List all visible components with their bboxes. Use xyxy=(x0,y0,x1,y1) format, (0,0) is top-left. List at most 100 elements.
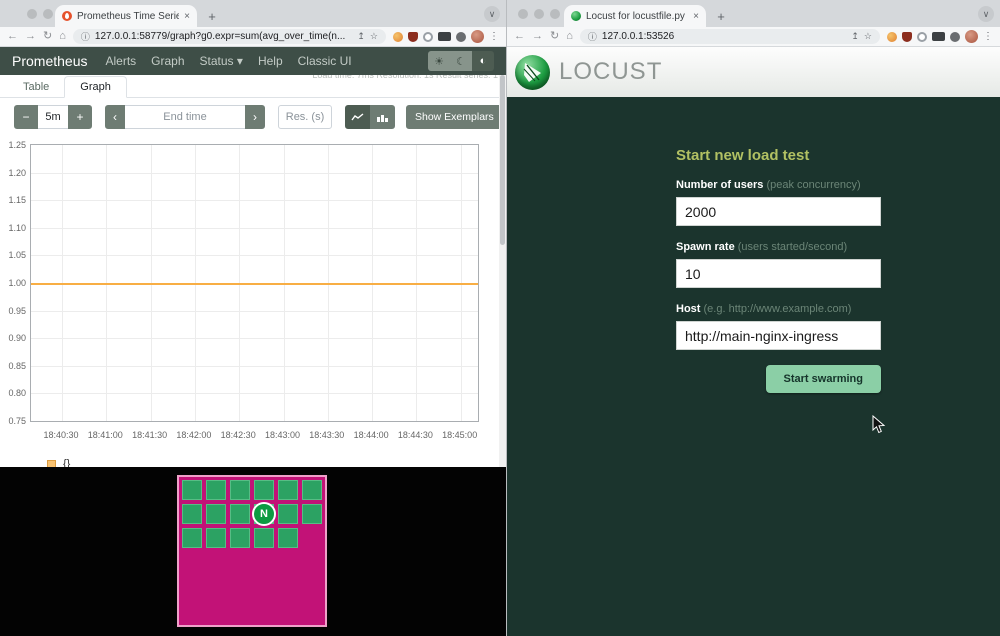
tab-table[interactable]: Table xyxy=(8,77,64,97)
spawn-rate-input[interactable] xyxy=(676,259,881,288)
pod-tile[interactable]: N xyxy=(254,504,274,524)
end-time-input[interactable] xyxy=(125,105,245,129)
extension-icon-4[interactable] xyxy=(932,32,945,41)
minimize-window-button[interactable] xyxy=(43,9,53,19)
chevron-down-icon: ▾ xyxy=(237,54,243,68)
extension-icon-1[interactable] xyxy=(393,32,403,42)
forward-icon[interactable]: → xyxy=(532,31,543,42)
pod-tile[interactable] xyxy=(182,480,202,500)
series-line[interactable] xyxy=(31,283,478,285)
prometheus-brand[interactable]: Prometheus xyxy=(12,53,87,69)
site-info-icon[interactable]: ⓘ xyxy=(81,30,90,43)
browser-menu-icon[interactable]: ⋮ xyxy=(983,31,993,42)
pod-tile[interactable] xyxy=(182,528,202,548)
new-tab-button[interactable]: + xyxy=(203,7,221,25)
browser-menu-icon[interactable]: ⋮ xyxy=(489,31,499,42)
address-bar[interactable]: ⓘ 127.0.0.1:53526 ↥ ☆ xyxy=(580,29,880,44)
nav-item-status[interactable]: Status ▾ xyxy=(200,54,243,68)
forward-icon[interactable]: → xyxy=(25,31,36,42)
pod-tile[interactable] xyxy=(206,504,226,524)
plot-area[interactable] xyxy=(30,144,479,422)
extension-icon-4[interactable] xyxy=(438,32,451,41)
legend-swatch[interactable] xyxy=(47,460,56,468)
browser-tab-prometheus[interactable]: Prometheus Time Series Colle × xyxy=(55,5,197,27)
prometheus-favicon-icon xyxy=(62,11,72,21)
time-forward-button[interactable]: › xyxy=(245,105,265,129)
window-controls[interactable] xyxy=(518,9,560,19)
extension-icon-5[interactable] xyxy=(456,32,466,42)
dark-theme-button[interactable]: ☾ xyxy=(450,51,472,71)
decrease-range-button[interactable]: − xyxy=(14,105,38,129)
profile-avatar[interactable] xyxy=(965,30,978,43)
url-text[interactable]: 127.0.0.1:58779/graph?g0.expr=sum(avg_ov… xyxy=(95,31,352,42)
profile-avatar[interactable] xyxy=(471,30,484,43)
extension-icon-3[interactable] xyxy=(423,32,433,42)
nav-item-graph[interactable]: Graph xyxy=(151,54,184,68)
home-icon[interactable]: ⌂ xyxy=(566,31,573,42)
extension-icon-5[interactable] xyxy=(950,32,960,42)
nav-item-classic-ui[interactable]: Classic UI xyxy=(298,54,352,68)
address-bar[interactable]: ⓘ 127.0.0.1:58779/graph?g0.expr=sum(avg_… xyxy=(73,29,386,44)
pod-tile[interactable] xyxy=(182,504,202,524)
pod-tile[interactable] xyxy=(254,480,274,500)
line-chart-button[interactable] xyxy=(345,105,370,129)
site-info-icon[interactable]: ⓘ xyxy=(588,30,597,43)
zoom-window-button[interactable] xyxy=(550,9,560,19)
share-icon[interactable]: ↥ xyxy=(357,31,365,42)
h-gridline xyxy=(31,173,478,174)
pod-tile[interactable] xyxy=(302,480,322,500)
pod-tile[interactable] xyxy=(230,504,250,524)
back-icon[interactable]: ← xyxy=(514,31,525,42)
pod-tile[interactable] xyxy=(278,480,298,500)
tab-graph[interactable]: Graph xyxy=(64,76,127,98)
show-exemplars-button[interactable]: Show Exemplars xyxy=(406,105,503,129)
minimize-window-button[interactable] xyxy=(534,9,544,19)
bookmark-star-icon[interactable]: ☆ xyxy=(864,31,872,42)
reload-icon[interactable]: ↻ xyxy=(550,31,559,42)
close-window-button[interactable] xyxy=(27,9,37,19)
pod-tile[interactable] xyxy=(230,480,250,500)
pod-tile[interactable] xyxy=(206,480,226,500)
extension-icon-3[interactable] xyxy=(917,32,927,42)
legend-label[interactable]: {} xyxy=(63,458,70,467)
pod-tile[interactable] xyxy=(206,528,226,548)
extension-icon-2[interactable] xyxy=(902,32,912,42)
tab-search-chevron-icon[interactable]: ∨ xyxy=(978,6,994,22)
tab-search-chevron-icon[interactable]: ∨ xyxy=(484,6,500,22)
nav-item-help[interactable]: Help xyxy=(258,54,283,68)
host-input[interactable] xyxy=(676,321,881,350)
home-icon[interactable]: ⌂ xyxy=(59,31,66,42)
scrollbar-thumb[interactable] xyxy=(500,75,505,245)
pod-tile[interactable] xyxy=(278,528,298,548)
close-window-button[interactable] xyxy=(518,9,528,19)
nav-item-alerts[interactable]: Alerts xyxy=(105,54,136,68)
light-theme-button[interactable]: ☀ xyxy=(428,51,450,71)
y-axis-tick: 1.15 xyxy=(0,195,26,205)
close-tab-icon[interactable]: × xyxy=(693,11,699,22)
pod-tile[interactable] xyxy=(254,528,274,548)
back-icon[interactable]: ← xyxy=(7,31,18,42)
extension-icon-2[interactable] xyxy=(408,32,418,42)
resolution-input[interactable] xyxy=(278,105,332,129)
extension-icon-1[interactable] xyxy=(887,32,897,42)
prometheus-navbar: Prometheus Alerts Graph Status ▾ Help Cl… xyxy=(0,47,506,75)
kube-node-tile[interactable]: N xyxy=(177,475,327,627)
user-count-input[interactable] xyxy=(676,197,881,226)
url-text[interactable]: 127.0.0.1:53526 xyxy=(602,31,846,42)
start-swarming-button[interactable]: Start swarming xyxy=(766,365,881,393)
pod-tile[interactable] xyxy=(230,528,250,548)
browser-tab-locust[interactable]: Locust for locustfile.py × xyxy=(564,5,706,27)
pod-tile[interactable] xyxy=(278,504,298,524)
auto-theme-button[interactable]: ◐ xyxy=(472,51,494,71)
reload-icon[interactable]: ↻ xyxy=(43,31,52,42)
time-back-button[interactable]: ‹ xyxy=(105,105,125,129)
increase-range-button[interactable]: + xyxy=(68,105,92,129)
bookmark-star-icon[interactable]: ☆ xyxy=(370,31,378,42)
stacked-chart-button[interactable] xyxy=(370,105,395,129)
scrollbar[interactable] xyxy=(499,75,506,467)
new-tab-button[interactable]: + xyxy=(712,7,730,25)
close-tab-icon[interactable]: × xyxy=(184,11,190,22)
share-icon[interactable]: ↥ xyxy=(851,31,859,42)
pod-tile[interactable] xyxy=(302,504,322,524)
range-input[interactable] xyxy=(38,105,68,129)
